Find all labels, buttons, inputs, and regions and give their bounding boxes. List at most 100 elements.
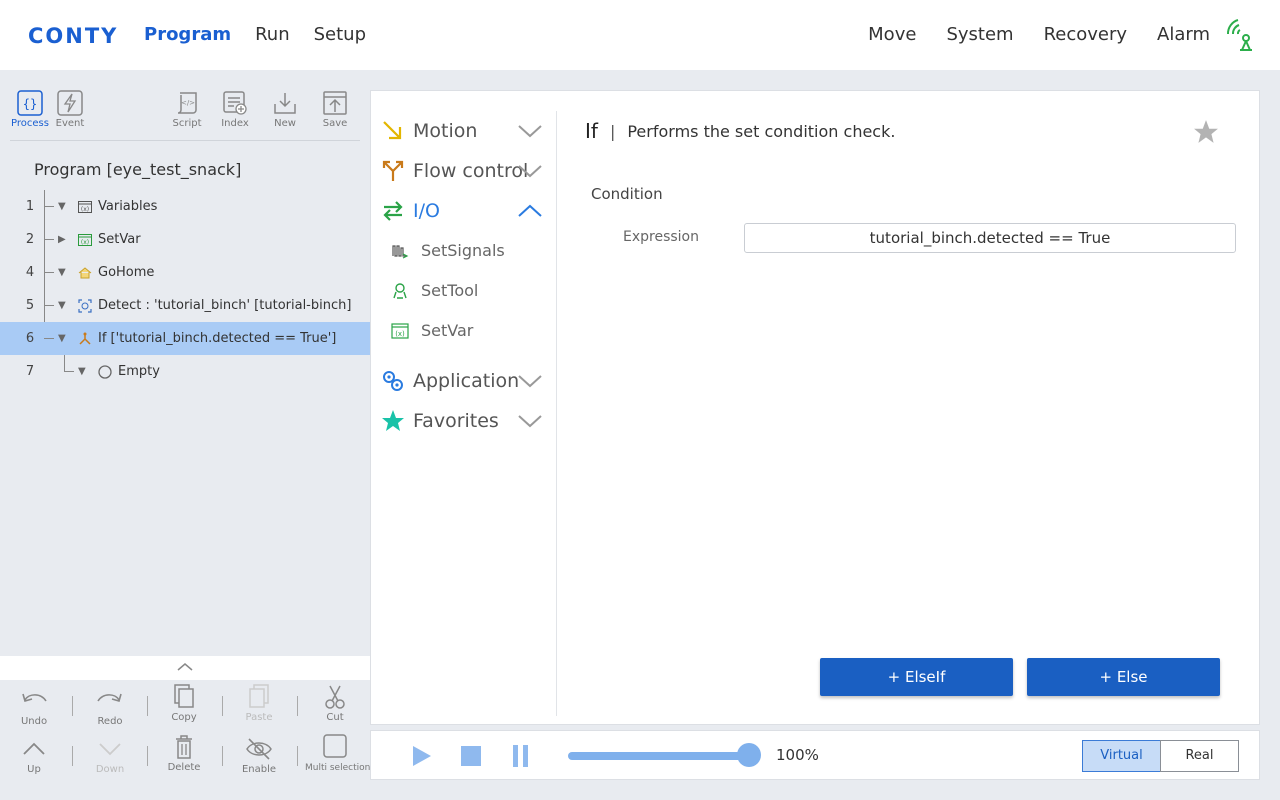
command-settool[interactable]: SetTool [391,281,478,300]
setvar-icon: (x) [78,233,92,246]
stop-icon[interactable] [459,744,483,768]
undo-icon [22,693,47,702]
command-setvar[interactable]: (x) SetVar [391,321,473,340]
tool-gripper-icon [393,282,407,299]
branch-icon [79,332,91,345]
chevron-down-icon[interactable] [517,123,543,139]
category-label: Application [413,370,520,392]
svg-text:{}: {} [23,97,37,111]
chevron-down-icon[interactable] [517,413,543,429]
expand-triangle-icon[interactable]: ▶ [58,234,66,245]
program-tree: 1 ▼ (x) Variables 2 ▶ (x) SetVar 4 ▼ GoH… [0,190,370,388]
command-setsignals[interactable]: SetSignals [391,241,505,260]
delete-button[interactable]: Delete [154,734,214,773]
speed-slider-track[interactable] [568,752,748,760]
star-icon [382,410,404,431]
nav-setup[interactable]: Setup [314,24,366,45]
category-label: Flow control [413,160,529,182]
event-label: Event [55,118,85,129]
checkbox-icon [323,734,347,758]
separator [222,746,223,766]
new-button[interactable]: New [265,90,305,129]
real-mode-toggle[interactable]: Real [1160,740,1239,772]
chevron-up-icon[interactable] [175,660,195,674]
nav-system[interactable]: System [946,24,1013,45]
paste-button[interactable]: Paste [229,684,289,723]
speed-slider-handle[interactable] [737,743,761,767]
chevron-down-icon[interactable] [517,163,543,179]
save-button[interactable]: Save [315,90,355,129]
add-else-button[interactable]: + Else [1027,658,1220,696]
toolbar-divider [10,140,360,141]
row-label: SetVar [98,232,141,247]
expression-input[interactable]: tutorial_binch.detected == True [744,223,1236,253]
tree-row-if[interactable]: 6 ▼ If ['tutorial_binch.detected == True… [0,322,370,355]
download-icon [274,93,296,114]
index-button[interactable]: Index [215,90,255,129]
chevron-down-icon[interactable] [517,373,543,389]
eye-off-icon [246,738,272,760]
tree-row-gohome[interactable]: 4 ▼ GoHome [0,256,370,289]
collapse-triangle-icon[interactable]: ▼ [58,300,66,311]
process-tab[interactable]: {} Process [10,90,50,129]
tree-row-empty[interactable]: 7 ▼ Empty [0,355,370,388]
down-button[interactable]: Down [80,736,140,775]
line-number: 5 [25,298,35,313]
collapse-triangle-icon[interactable]: ▼ [58,333,66,344]
event-tab[interactable]: Event [50,90,90,129]
script-button[interactable]: </> Script [167,90,207,129]
home-icon [78,266,92,278]
variables-icon: (x) [78,200,92,213]
arrow-up-icon [23,742,45,755]
virtual-mode-toggle[interactable]: Virtual [1082,740,1161,772]
category-motion[interactable]: Motion [381,119,542,143]
nav-recovery[interactable]: Recovery [1044,24,1127,45]
down-label: Down [95,764,125,775]
line-number: 7 [25,364,35,379]
paste-label: Paste [245,712,273,723]
favorite-star-icon[interactable] [1193,119,1219,145]
line-number: 4 [25,265,35,280]
tree-branch [44,272,54,273]
undo-button[interactable]: Undo [4,688,64,727]
enable-label: Enable [241,764,277,775]
play-icon[interactable] [409,744,433,768]
cut-button[interactable]: Cut [305,684,365,723]
svg-text:</>: </> [181,99,195,107]
row-label: Empty [118,364,160,379]
nav-run[interactable]: Run [255,24,290,45]
command-label: SetSignals [421,241,505,260]
pause-icon[interactable] [509,744,533,768]
separator [147,746,148,766]
collapse-triangle-icon[interactable]: ▼ [58,201,66,212]
nav-move[interactable]: Move [868,24,916,45]
add-elseif-button[interactable]: + ElseIf [820,658,1013,696]
svg-text:(x): (x) [395,330,405,338]
category-flow-control[interactable]: Flow control [381,159,542,183]
nav-alarm[interactable]: Alarm [1157,24,1210,45]
tree-branch [44,305,54,306]
speed-value: 100% [776,746,819,764]
enable-button[interactable]: Enable [229,736,289,775]
category-io[interactable]: I/O [381,199,542,223]
command-description: Performs the set condition check. [627,121,896,141]
script-icon: </> [177,92,197,114]
category-favorites[interactable]: Favorites [381,409,542,433]
tree-row-setvar[interactable]: 2 ▶ (x) SetVar [0,223,370,256]
top-bar: CONTY Program Run Setup Move System Reco… [0,0,1280,70]
up-button[interactable]: Up [4,736,64,775]
connection-signal-icon[interactable] [1224,16,1260,52]
program-toolbar: {} Process Event </> Script Index New Sa… [0,70,370,140]
separator [222,696,223,716]
chevron-up-icon[interactable] [517,203,543,219]
tree-row-variables[interactable]: 1 ▼ (x) Variables [0,190,370,223]
category-application[interactable]: Application [381,369,542,393]
collapse-triangle-icon[interactable]: ▼ [78,366,86,377]
nav-program[interactable]: Program [144,24,231,45]
tree-row-detect[interactable]: 5 ▼ Detect : 'tutorial_binch' [tutorial-… [0,289,370,322]
gears-icon [383,371,403,391]
collapse-triangle-icon[interactable]: ▼ [58,267,66,278]
multi-selection-button[interactable]: Multi selection [305,734,370,773]
redo-button[interactable]: Redo [80,688,140,727]
copy-button[interactable]: Copy [154,684,214,723]
